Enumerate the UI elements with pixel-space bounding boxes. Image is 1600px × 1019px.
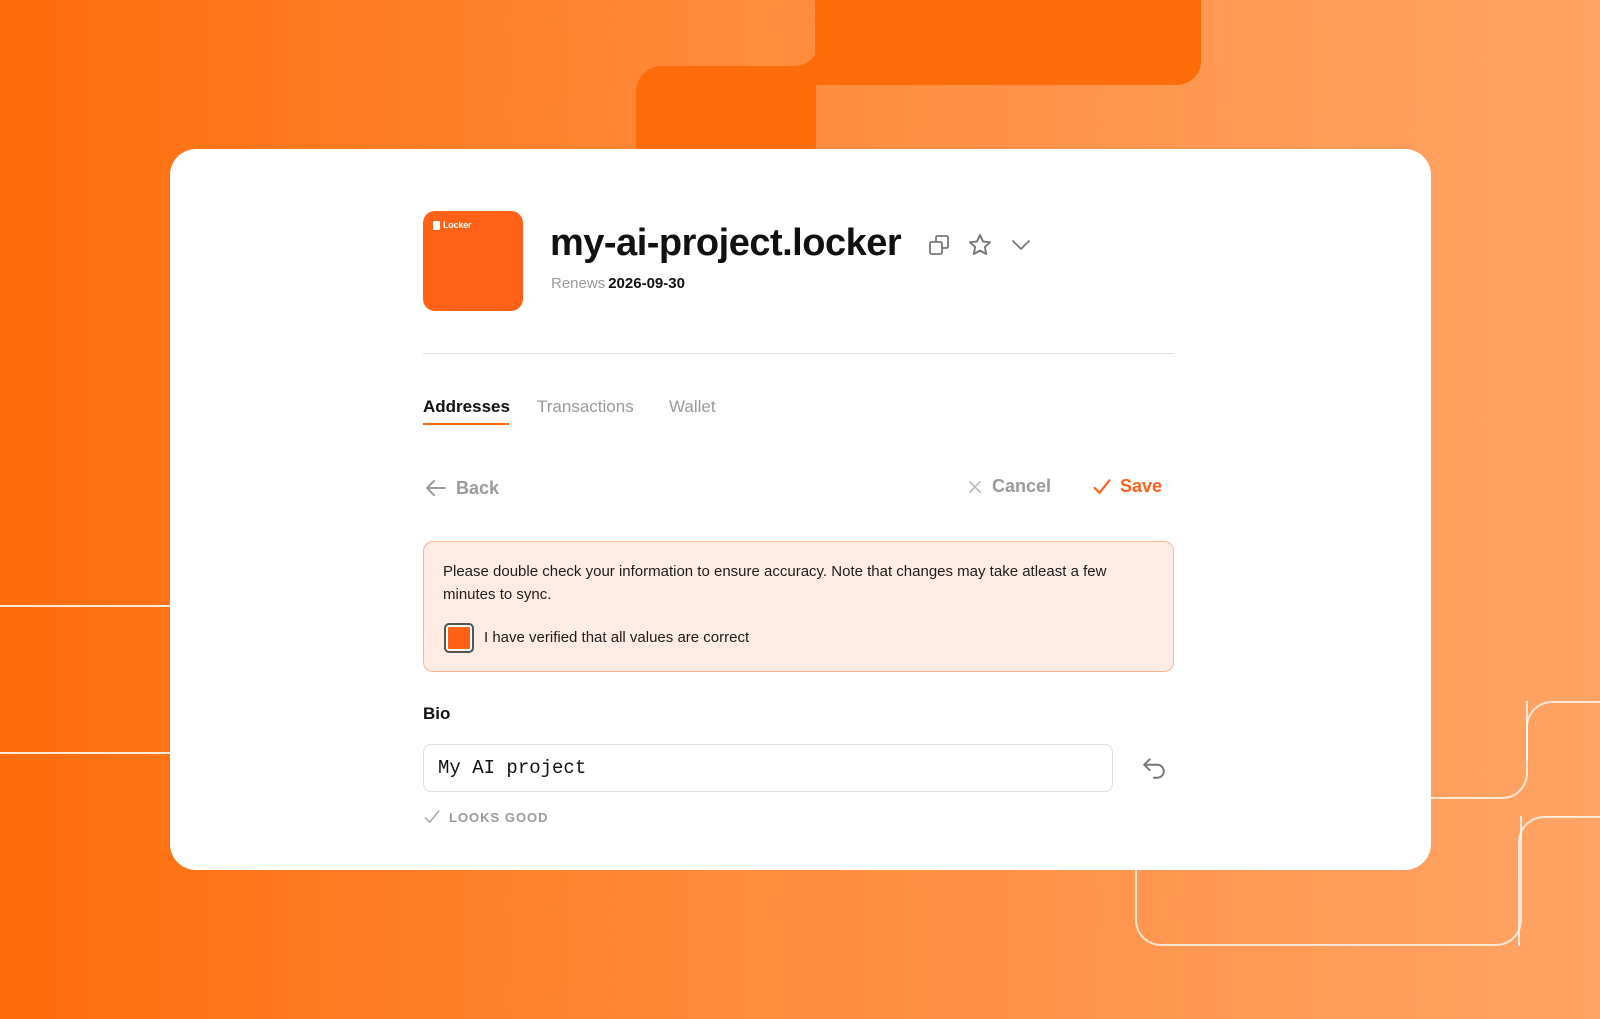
active-tab-indicator <box>423 423 509 425</box>
bg-line <box>1428 701 1528 799</box>
renews-label: Renews <box>551 275 606 292</box>
cancel-button[interactable]: Cancel <box>966 476 1051 497</box>
divider <box>423 353 1174 354</box>
close-icon <box>969 480 981 493</box>
domain-title: my-ai-project.locker <box>550 222 902 264</box>
validation-status: LOOKS GOOD <box>423 808 549 826</box>
save-button[interactable]: Save <box>1092 476 1162 497</box>
bg-line <box>0 605 172 607</box>
bg-shape <box>815 0 1201 85</box>
locker-logo-icon <box>433 220 440 230</box>
check-icon <box>424 810 440 823</box>
chevron-down-icon <box>1012 240 1030 250</box>
revert-button[interactable] <box>1138 752 1170 784</box>
back-label: Back <box>456 477 500 498</box>
notice-text: Please double check your information to … <box>443 563 1107 603</box>
tab-transactions[interactable]: Transactions <box>537 397 634 417</box>
logo-text: Locker <box>443 220 472 230</box>
renewal-info: Renews 2026-09-30 <box>551 275 685 292</box>
renews-date: 2026-09-30 <box>608 275 685 292</box>
bg-shape <box>636 66 816 156</box>
copy-button[interactable] <box>924 230 954 260</box>
tab-addresses[interactable]: Addresses <box>423 397 510 417</box>
undo-icon <box>1143 758 1165 779</box>
domain-avatar: Locker <box>423 211 523 311</box>
locker-logo: Locker <box>433 220 472 230</box>
verification-notice: Please double check your information to … <box>423 541 1174 672</box>
verified-checkbox-label[interactable]: I have verified that all values are corr… <box>484 629 749 646</box>
validation-text: LOOKS GOOD <box>449 809 549 825</box>
save-label: Save <box>1120 476 1163 496</box>
arrow-left-icon <box>426 480 446 496</box>
star-icon <box>969 234 991 255</box>
bio-input[interactable] <box>423 744 1113 792</box>
verified-checkbox[interactable] <box>444 623 474 653</box>
bg-line <box>1526 701 1600 761</box>
copy-icon <box>929 235 949 255</box>
back-button[interactable]: Back <box>424 476 499 500</box>
favorite-button[interactable] <box>965 230 995 260</box>
check-icon <box>1093 478 1111 494</box>
bio-label: Bio <box>423 704 451 723</box>
cancel-label: Cancel <box>992 476 1052 496</box>
bg-line <box>0 752 172 754</box>
bg-line <box>1518 816 1600 946</box>
more-dropdown-button[interactable] <box>1006 230 1036 260</box>
tab-wallet[interactable]: Wallet <box>669 397 716 417</box>
bg-shape <box>780 0 820 66</box>
